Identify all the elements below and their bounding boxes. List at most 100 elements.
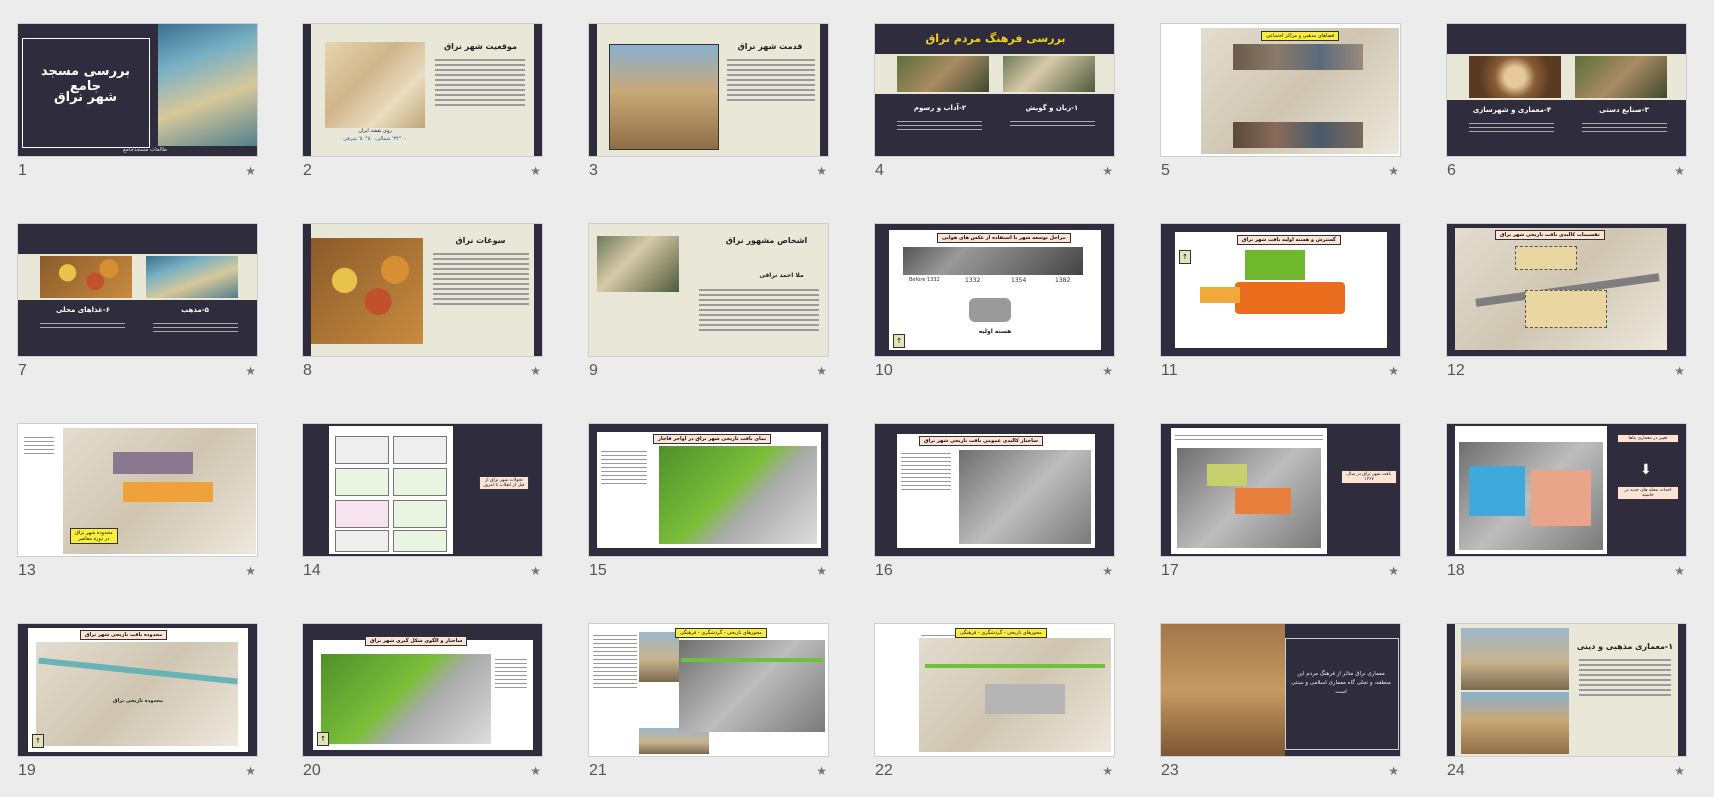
slide-preview[interactable]: ۵-مذهب ۶-غذاهای محلی xyxy=(17,223,258,357)
slide-thumbnail-16[interactable]: ساختار کالبدی عمومی بافت تاریخی شهر نراق… xyxy=(874,423,1115,579)
slide-number: 22 xyxy=(875,762,893,779)
slide-preview[interactable]: گسترش و هسته اولیه بافت شهر نراق ↑ xyxy=(1160,223,1401,357)
slide-preview[interactable]: ساختار و الگوی شکل گیری شهر نراق ↑ xyxy=(302,623,543,757)
slide-thumbnail-11[interactable]: گسترش و هسته اولیه بافت شهر نراق ↑ 11 ★ xyxy=(1160,223,1401,379)
slide-preview[interactable]: تقسیمات کالبدی بافت تاریخی شهر نراق xyxy=(1446,223,1687,357)
body-lines xyxy=(1579,656,1671,699)
slide-preview[interactable]: اشخاص مشهور نراق ملا احمد نراقی xyxy=(588,223,829,357)
star-icon[interactable]: ★ xyxy=(1102,564,1113,578)
slide-thumbnail-10[interactable]: مراحل توسعه شهر با استفاده از عکس های هو… xyxy=(874,223,1115,379)
legend xyxy=(593,632,637,691)
slide-thumbnail-24[interactable]: ۱-معماری مذهبی و دینی 24 ★ xyxy=(1446,623,1687,779)
slide-number: 21 xyxy=(589,762,607,779)
star-icon[interactable]: ★ xyxy=(1102,164,1113,178)
slide-preview[interactable]: مراحل توسعه شهر با استفاده از عکس های هو… xyxy=(874,223,1115,357)
slide-preview[interactable]: بررسی مسجد جامع شهر نراق طالعات مسجدجامع xyxy=(17,23,258,157)
sweets-photo xyxy=(311,238,423,344)
slide-number: 5 xyxy=(1161,162,1170,179)
slide-preview[interactable]: محدوده بافت تاریخی شهر نراق محدوده تاریخ… xyxy=(17,623,258,757)
star-icon[interactable]: ★ xyxy=(1388,364,1399,378)
star-icon[interactable]: ★ xyxy=(1674,764,1685,778)
slide-preview[interactable]: محورهای تاریخی - گردشگری - فرهنگی xyxy=(588,623,829,757)
slide-thumbnail-2[interactable]: روی نقشه ایران ۳۴°۰۰' شمالی، ۵۰°۵۰' شرقی… xyxy=(302,23,543,179)
slide-thumbnail-17[interactable]: بافت شهر نراق در سال ۱۳۶۷ 17 ★ xyxy=(1160,423,1401,579)
terrain-map xyxy=(659,446,817,544)
slide-thumbnail-6[interactable]: ۳-صنایع دستی ۴-معماری و شهرسازی 6 ★ xyxy=(1446,23,1687,179)
slide-number: 18 xyxy=(1447,562,1465,579)
star-icon[interactable]: ★ xyxy=(1388,764,1399,778)
photo-strip xyxy=(1447,54,1686,100)
content-panel: ساختار و الگوی شکل گیری شهر نراق ↑ xyxy=(313,636,533,750)
star-icon[interactable]: ★ xyxy=(1388,564,1399,578)
slide-thumbnail-13[interactable]: محدوده شهر نراق در دوره معاصر 13 ★ xyxy=(17,423,258,579)
slide-thumbnail-15[interactable]: نمای بافت تاریخی شهر نراق در اواخر قاجار… xyxy=(588,423,829,579)
star-icon[interactable]: ★ xyxy=(1102,364,1113,378)
side-bar xyxy=(1447,624,1455,756)
slide-preview[interactable]: قدمت شهر نراق xyxy=(588,23,829,157)
slide-thumbnail-5[interactable]: فضاهای مذهبی و مراکز اجتماعی 5 ★ xyxy=(1160,23,1401,179)
slide-thumbnail-12[interactable]: تقسیمات کالبدی بافت تاریخی شهر نراق 12 ★ xyxy=(1446,223,1687,379)
slide-thumbnail-9[interactable]: اشخاص مشهور نراق ملا احمد نراقی 9 ★ xyxy=(588,223,829,379)
star-icon[interactable]: ★ xyxy=(530,164,541,178)
star-icon[interactable]: ★ xyxy=(1102,764,1113,778)
star-icon[interactable]: ★ xyxy=(1674,164,1685,178)
slide-preview[interactable]: ۱-معماری مذهبی و دینی xyxy=(1446,623,1687,757)
slide-number: 9 xyxy=(589,362,598,379)
slide-thumbnail-4[interactable]: بررسی فرهنگ مردم نراق ۱-زبان و گویش ۲-آد… xyxy=(874,23,1115,179)
slide-preview[interactable]: بررسی فرهنگ مردم نراق ۱-زبان و گویش ۲-آد… xyxy=(874,23,1115,157)
slide-thumbnail-3[interactable]: قدمت شهر نراق 3 ★ xyxy=(588,23,829,179)
slide-title: قدمت شهر نراق xyxy=(737,42,803,51)
slide-preview[interactable]: روی نقشه ایران ۳۴°۰۰' شمالی، ۵۰°۵۰' شرقی… xyxy=(302,23,543,157)
body-lines xyxy=(435,56,525,109)
star-icon[interactable]: ★ xyxy=(1674,364,1685,378)
slide-label: مراحل توسعه شهر با استفاده از عکس های هو… xyxy=(937,233,1071,243)
slide-thumbnail-19[interactable]: محدوده بافت تاریخی شهر نراق محدوده تاریخ… xyxy=(17,623,258,779)
slide-thumbnail-7[interactable]: ۵-مذهب ۶-غذاهای محلی 7 ★ xyxy=(17,223,258,379)
star-icon[interactable]: ★ xyxy=(816,564,827,578)
slide-thumbnail-18[interactable]: تغییر در معماری بناها ⬇ احداث محله های ج… xyxy=(1446,423,1687,579)
star-icon[interactable]: ★ xyxy=(816,764,827,778)
star-icon[interactable]: ★ xyxy=(816,364,827,378)
slide-preview[interactable]: ۳-صنایع دستی ۴-معماری و شهرسازی xyxy=(1446,23,1687,157)
green-zone xyxy=(1245,250,1305,280)
amber-zone xyxy=(1200,287,1240,303)
slide-preview[interactable]: بافت شهر نراق در سال ۱۳۶۷ xyxy=(1160,423,1401,557)
slide-thumbnail-22[interactable]: محورهای تاریخی - گردشگری - فرهنگی 22 ★ xyxy=(874,623,1115,779)
slide-label: نمای بافت تاریخی شهر نراق در اواخر قاجار xyxy=(653,434,772,444)
star-icon[interactable]: ★ xyxy=(530,364,541,378)
side-bar xyxy=(589,24,597,156)
slide-thumbnail-20[interactable]: ساختار و الگوی شکل گیری شهر نراق ↑ 20 ★ xyxy=(302,623,543,779)
star-icon[interactable]: ★ xyxy=(1674,564,1685,578)
slide-thumbnail-8[interactable]: سوغات نراق 8 ★ xyxy=(302,223,543,379)
slide-thumbnail-21[interactable]: محورهای تاریخی - گردشگری - فرهنگی 21 ★ xyxy=(588,623,829,779)
slide-preview[interactable]: فضاهای مذهبی و مراکز اجتماعی xyxy=(1160,23,1401,157)
content-panel xyxy=(1171,428,1327,554)
slide-preview[interactable]: تحولات شهر نراق از قبل از انقلاب تا امرو… xyxy=(302,423,543,557)
photo xyxy=(1461,692,1569,754)
slide-thumbnail-23[interactable]: معماری نراق متاثر از فرهنگ مردم این منطق… xyxy=(1160,623,1401,779)
slide-preview[interactable]: نمای بافت تاریخی شهر نراق در اواخر قاجار xyxy=(588,423,829,557)
star-icon[interactable]: ★ xyxy=(816,164,827,178)
star-icon[interactable]: ★ xyxy=(245,164,256,178)
slide-preview[interactable]: ساختار کالبدی عمومی بافت تاریخی شهر نراق xyxy=(874,423,1115,557)
arch-photo xyxy=(1161,624,1285,756)
portrait-image xyxy=(597,236,679,292)
slide-preview[interactable]: سوغات نراق xyxy=(302,223,543,357)
star-icon[interactable]: ★ xyxy=(245,764,256,778)
map-label: محورهای تاریخی - گردشگری - فرهنگی xyxy=(675,628,767,638)
slide-number: 13 xyxy=(18,562,36,579)
star-icon[interactable]: ★ xyxy=(530,764,541,778)
star-icon[interactable]: ★ xyxy=(245,564,256,578)
star-icon[interactable]: ★ xyxy=(1388,164,1399,178)
slide-preview[interactable]: محدوده شهر نراق در دوره معاصر xyxy=(17,423,258,557)
slide-thumbnail-1[interactable]: بررسی مسجد جامع شهر نراق طالعات مسجدجامع… xyxy=(17,23,258,179)
legend xyxy=(24,434,54,457)
star-icon[interactable]: ★ xyxy=(530,564,541,578)
slide-thumbnail-14[interactable]: تحولات شهر نراق از قبل از انقلاب تا امرو… xyxy=(302,423,543,579)
slide-footer: طالعات مسجدجامع xyxy=(123,147,168,153)
side-bar xyxy=(820,24,828,156)
slide-preview[interactable]: تغییر در معماری بناها ⬇ احداث محله های ج… xyxy=(1446,423,1687,557)
slide-preview[interactable]: معماری نراق متاثر از فرهنگ مردم این منطق… xyxy=(1160,623,1401,757)
star-icon[interactable]: ★ xyxy=(245,364,256,378)
slide-preview[interactable]: محورهای تاریخی - گردشگری - فرهنگی xyxy=(874,623,1115,757)
